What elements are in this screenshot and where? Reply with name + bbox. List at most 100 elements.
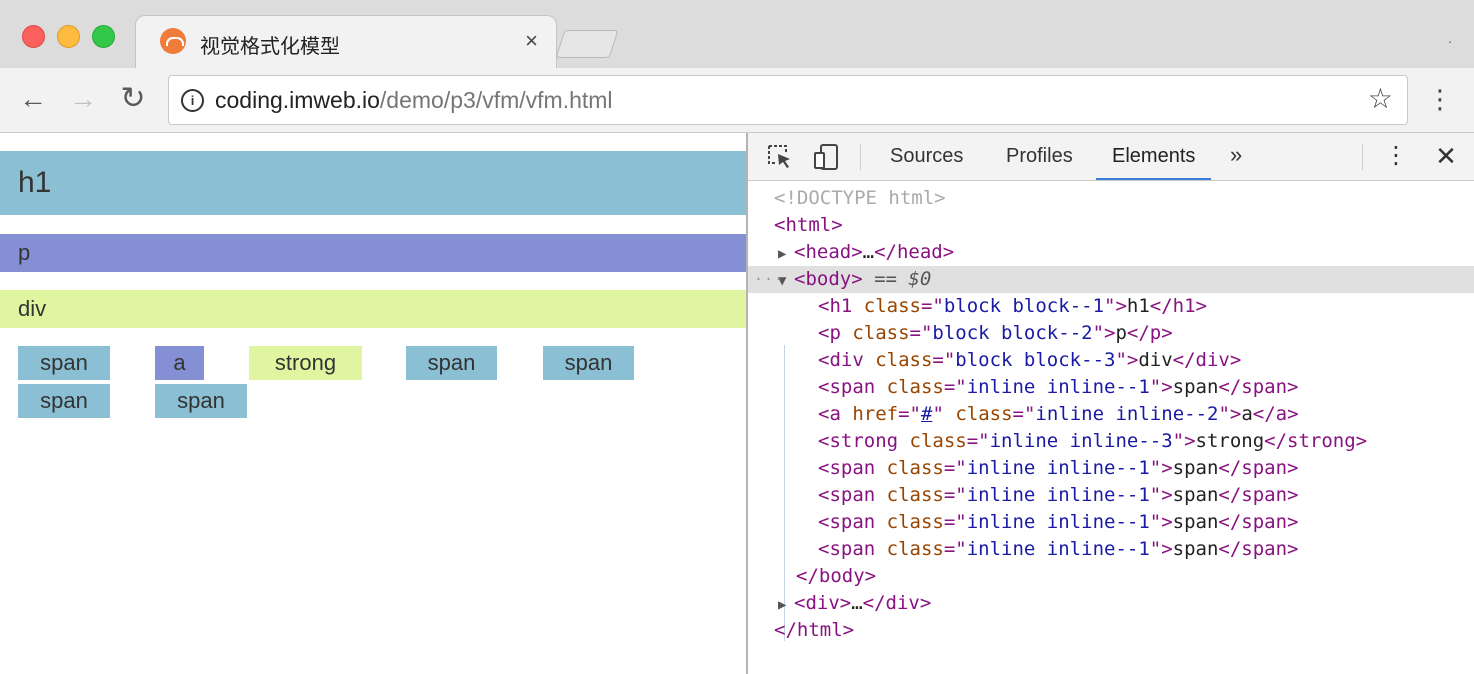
devtools-panel: Sources Profiles Elements » ⋮ ✕ <!DOCTYP… (746, 133, 1474, 674)
body-open-tag: <body> (794, 268, 863, 290)
inline-strong: strong (249, 346, 362, 380)
node-text: div (1138, 349, 1173, 371)
tab-strip: 视觉格式化模型 × . (0, 0, 1474, 69)
attr-value: block block--1 (943, 295, 1105, 317)
attr-quote: " (932, 403, 944, 425)
devtools-menu-icon[interactable]: ⋮ (1384, 139, 1408, 173)
attr-quote: "> (1149, 511, 1173, 533)
attr-value: inline inline--1 (966, 457, 1150, 479)
attr-quote: =" (943, 538, 967, 560)
device-toolbar-icon[interactable] (812, 143, 840, 171)
attr-quote: "> (1172, 430, 1196, 452)
attr-quote: =" (943, 484, 967, 506)
close-tag: </strong> (1264, 430, 1368, 452)
expand-triangle-icon[interactable]: ▶ (778, 592, 794, 619)
attr-value: inline inline--1 (966, 376, 1150, 398)
tree-html-close[interactable]: </html> (748, 617, 1474, 644)
tree-row-span[interactable]: <span class="inline inline--1">span</spa… (748, 536, 1474, 563)
site-favicon-icon (160, 28, 186, 54)
open-tag: <span (818, 511, 876, 533)
node-text: span (1172, 484, 1219, 506)
devtools-tabbar: Sources Profiles Elements » ⋮ ✕ (748, 133, 1474, 181)
attr-quote: "> (1218, 403, 1242, 425)
site-info-icon[interactable]: i (181, 89, 204, 112)
browser-tab[interactable]: 视觉格式化模型 × (135, 15, 557, 69)
doctype-text: <!DOCTYPE html> (774, 187, 946, 209)
tree-row-strong[interactable]: <strong class="inline inline--3">strong<… (748, 428, 1474, 455)
tree-div[interactable]: ▶ <div>…</div> (748, 590, 1474, 617)
node-text: span (1172, 376, 1219, 398)
attr-quote: =" (909, 322, 933, 344)
attr-value: block block--3 (955, 349, 1116, 371)
node-text: a (1241, 403, 1253, 425)
maximize-window-button[interactable] (92, 25, 115, 48)
tree-doctype[interactable]: <!DOCTYPE html> (748, 185, 1474, 212)
tree-body-selected[interactable]: ··· ▼ <body> == $0 (748, 266, 1474, 293)
tree-html-open[interactable]: <html> (748, 212, 1474, 239)
expand-triangle-icon[interactable]: ▶ (778, 241, 794, 268)
attr-name: href (840, 403, 899, 425)
attr-name: class (875, 538, 944, 560)
open-tag: <strong (818, 430, 899, 452)
attr-quote: "> (1149, 376, 1173, 398)
close-tag: </span> (1218, 511, 1299, 533)
block-div: div (0, 290, 746, 328)
tree-row-div[interactable]: <div class="block block--3">div</div> (748, 347, 1474, 374)
inline-span-4: span (18, 384, 110, 418)
tree-row-span[interactable]: <span class="inline inline--1">span</spa… (748, 482, 1474, 509)
devtools-close-icon[interactable]: ✕ (1432, 139, 1460, 173)
close-tag: </a> (1252, 403, 1299, 425)
tree-row-p[interactable]: <p class="block block--2">p</p> (748, 320, 1474, 347)
close-window-button[interactable] (22, 25, 45, 48)
open-tag: <a (818, 403, 841, 425)
close-tag: </span> (1218, 538, 1299, 560)
tree-row-a[interactable]: <a href="#" class="inline inline--2">a</… (748, 401, 1474, 428)
node-text: strong (1195, 430, 1265, 452)
tree-row-span[interactable]: <span class="inline inline--1">span</spa… (748, 374, 1474, 401)
tree-head[interactable]: ▶ <head>…</head> (748, 239, 1474, 266)
tree-row-span[interactable]: <span class="inline inline--1">span</spa… (748, 509, 1474, 536)
open-tag: <div (818, 349, 864, 371)
inspect-element-icon[interactable] (766, 143, 794, 171)
attr-quote: =" (943, 511, 967, 533)
forward-arrow-icon[interactable]: → (66, 82, 100, 116)
block-p: p (0, 234, 746, 272)
selected-node-ref: $0 (908, 268, 932, 290)
tree-row-h1[interactable]: <h1 class="block block--1">h1</h1> (748, 293, 1474, 320)
more-tabs-icon[interactable]: » (1230, 133, 1242, 179)
attr-quote: =" (898, 403, 921, 425)
open-tag: <span (818, 457, 876, 479)
url-text[interactable]: coding.imweb.io/demo/p3/vfm/vfm.html (215, 87, 613, 114)
minimize-window-button[interactable] (57, 25, 80, 48)
attr-name: class (875, 484, 944, 506)
attr-value: inline inline--1 (966, 538, 1150, 560)
tab-elements[interactable]: Elements (1095, 133, 1212, 180)
attr-quote: "> (1149, 538, 1173, 560)
tree-row-span[interactable]: <span class="inline inline--1">span</spa… (748, 455, 1474, 482)
page-viewport: h1 p div span a strong span span span sp… (0, 133, 746, 674)
html-open-tag: <html> (774, 214, 843, 236)
attr-quote: "> (1149, 484, 1173, 506)
address-bar[interactable]: i coding.imweb.io/demo/p3/vfm/vfm.html ☆ (168, 75, 1408, 125)
node-text: span (1172, 511, 1219, 533)
inline-a-link[interactable]: a (155, 346, 204, 380)
body-close-tag: </body> (796, 565, 877, 587)
tab-sources[interactable]: Sources (890, 133, 963, 179)
tab-profiles[interactable]: Profiles (1006, 133, 1073, 179)
attr-quote: =" (932, 349, 956, 371)
attr-quote: "> (1115, 349, 1139, 371)
attr-value: inline inline--3 (989, 430, 1173, 452)
bookmark-star-icon[interactable]: ☆ (1368, 82, 1393, 115)
browser-menu-icon[interactable]: ⋮ (1426, 82, 1454, 116)
attr-quote: "> (1104, 295, 1127, 317)
href-link[interactable]: # (921, 403, 932, 425)
attr-name: class (863, 349, 933, 371)
tab-close-icon[interactable]: × (525, 28, 538, 54)
close-tag: </p> (1126, 322, 1173, 344)
tree-body-close[interactable]: </body> (748, 563, 1474, 590)
row-actions-icon[interactable]: ··· (754, 266, 784, 293)
back-arrow-icon[interactable]: ← (16, 82, 50, 116)
reload-icon[interactable]: ↻ (116, 82, 150, 116)
node-text: span (1172, 538, 1219, 560)
new-tab-button[interactable] (555, 30, 619, 58)
